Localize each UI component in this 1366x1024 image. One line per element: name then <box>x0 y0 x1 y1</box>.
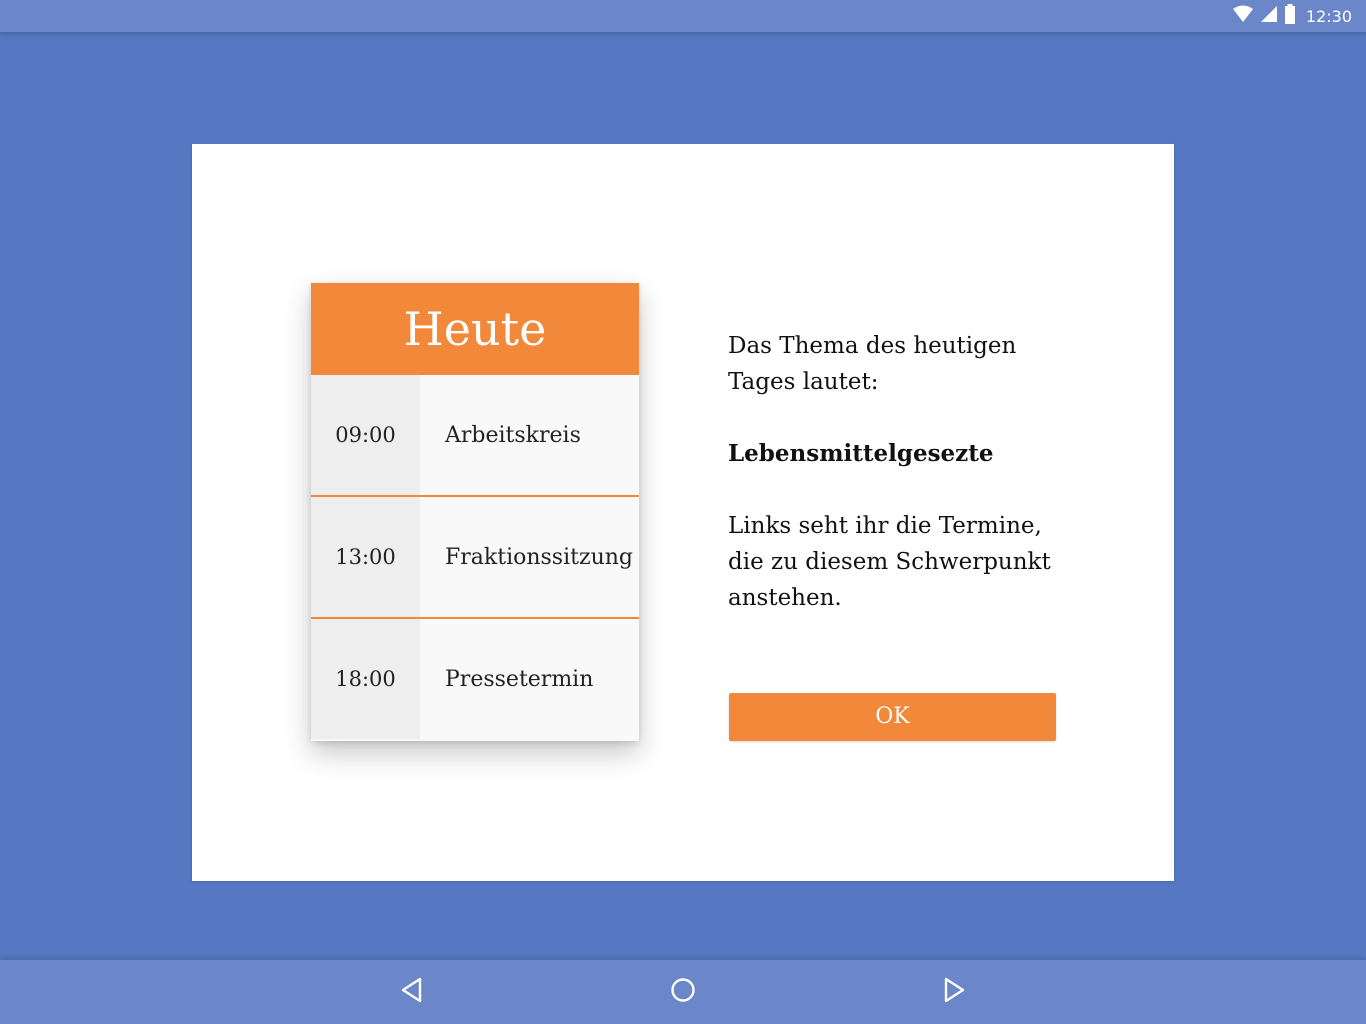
recents-icon <box>942 977 966 1007</box>
schedule-card: Heute 09:00 Arbeitskreis 13:00 Fraktions… <box>311 283 639 741</box>
info-text: Das Thema des heutigen Tages lautet: Leb… <box>728 328 1068 616</box>
status-time: 12:30 <box>1305 6 1352 26</box>
recents-button[interactable] <box>932 970 976 1014</box>
schedule-event: Pressetermin <box>445 666 594 692</box>
status-icons: 12:30 <box>1232 4 1352 28</box>
schedule-time: 09:00 <box>311 375 420 495</box>
battery-icon <box>1284 4 1296 28</box>
explanation-text: Links seht ihr die Termine, die zu diese… <box>728 513 1051 611</box>
home-icon <box>670 977 696 1007</box>
intro-text: Das Thema des heutigen Tages lautet: <box>728 333 1017 395</box>
back-icon <box>400 977 424 1007</box>
back-button[interactable] <box>390 970 434 1014</box>
schedule-event: Fraktionssitzung <box>445 544 633 570</box>
home-button[interactable] <box>661 970 705 1014</box>
schedule-time: 18:00 <box>311 619 420 739</box>
schedule-row: 13:00 Fraktionssitzung <box>311 497 639 619</box>
schedule-event: Arbeitskreis <box>445 422 581 448</box>
wifi-icon <box>1232 5 1254 27</box>
cell-signal-icon <box>1260 5 1278 27</box>
topic-text: Lebensmittelgesezte <box>728 440 994 467</box>
schedule-time: 13:00 <box>311 497 420 617</box>
schedule-title: Heute <box>311 283 639 375</box>
schedule-row: 18:00 Pressetermin <box>311 619 639 739</box>
schedule-row: 09:00 Arbeitskreis <box>311 375 639 497</box>
ok-button[interactable]: OK <box>729 693 1056 741</box>
navigation-bar <box>0 960 1366 1024</box>
dialog-card: Heute 09:00 Arbeitskreis 13:00 Fraktions… <box>192 144 1174 881</box>
status-bar: 12:30 <box>0 0 1366 32</box>
